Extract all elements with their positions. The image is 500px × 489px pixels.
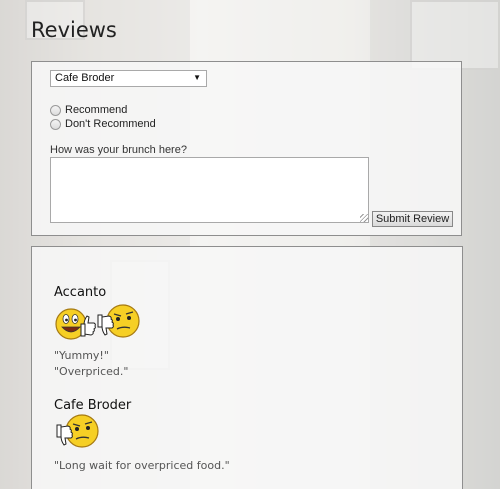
review-place-name: Cafe Broder bbox=[54, 398, 132, 413]
review-quote: "Long wait for overpriced food." bbox=[54, 459, 230, 472]
comment-textarea[interactable] bbox=[50, 157, 369, 223]
dropdown-arrow-icon: ▼ bbox=[193, 73, 201, 82]
restaurant-select[interactable]: Cafe Broder ▼ bbox=[50, 70, 207, 87]
review-quote: "Overpriced." bbox=[54, 365, 129, 378]
review-form: Cafe Broder ▼ Recommend Don't Recommend … bbox=[31, 61, 462, 236]
reviews-list: Accanto "Yummy!" "Overpriced." Cafe Brod… bbox=[31, 246, 463, 489]
recommend-radio[interactable] bbox=[50, 104, 61, 116]
recommend-option[interactable]: Recommend bbox=[50, 104, 127, 116]
dont-recommend-radio[interactable] bbox=[50, 118, 61, 130]
restaurant-select-value: Cafe Broder bbox=[55, 72, 115, 84]
page-title: Reviews bbox=[31, 18, 117, 42]
thumbs-down-unsure-smiley-icon bbox=[97, 304, 140, 338]
comment-label: How was your brunch here? bbox=[50, 144, 187, 156]
submit-review-button[interactable]: Submit Review bbox=[372, 211, 453, 227]
dont-recommend-option[interactable]: Don't Recommend bbox=[50, 118, 156, 130]
dont-recommend-label: Don't Recommend bbox=[65, 118, 156, 130]
review-quote: "Yummy!" bbox=[54, 349, 109, 362]
recommend-label: Recommend bbox=[65, 104, 128, 116]
thumbs-down-unsure-smiley-icon bbox=[56, 414, 99, 448]
review-place-name: Accanto bbox=[54, 285, 107, 300]
resize-handle-icon[interactable] bbox=[360, 214, 368, 222]
thumbs-up-smiley-icon bbox=[55, 308, 96, 340]
